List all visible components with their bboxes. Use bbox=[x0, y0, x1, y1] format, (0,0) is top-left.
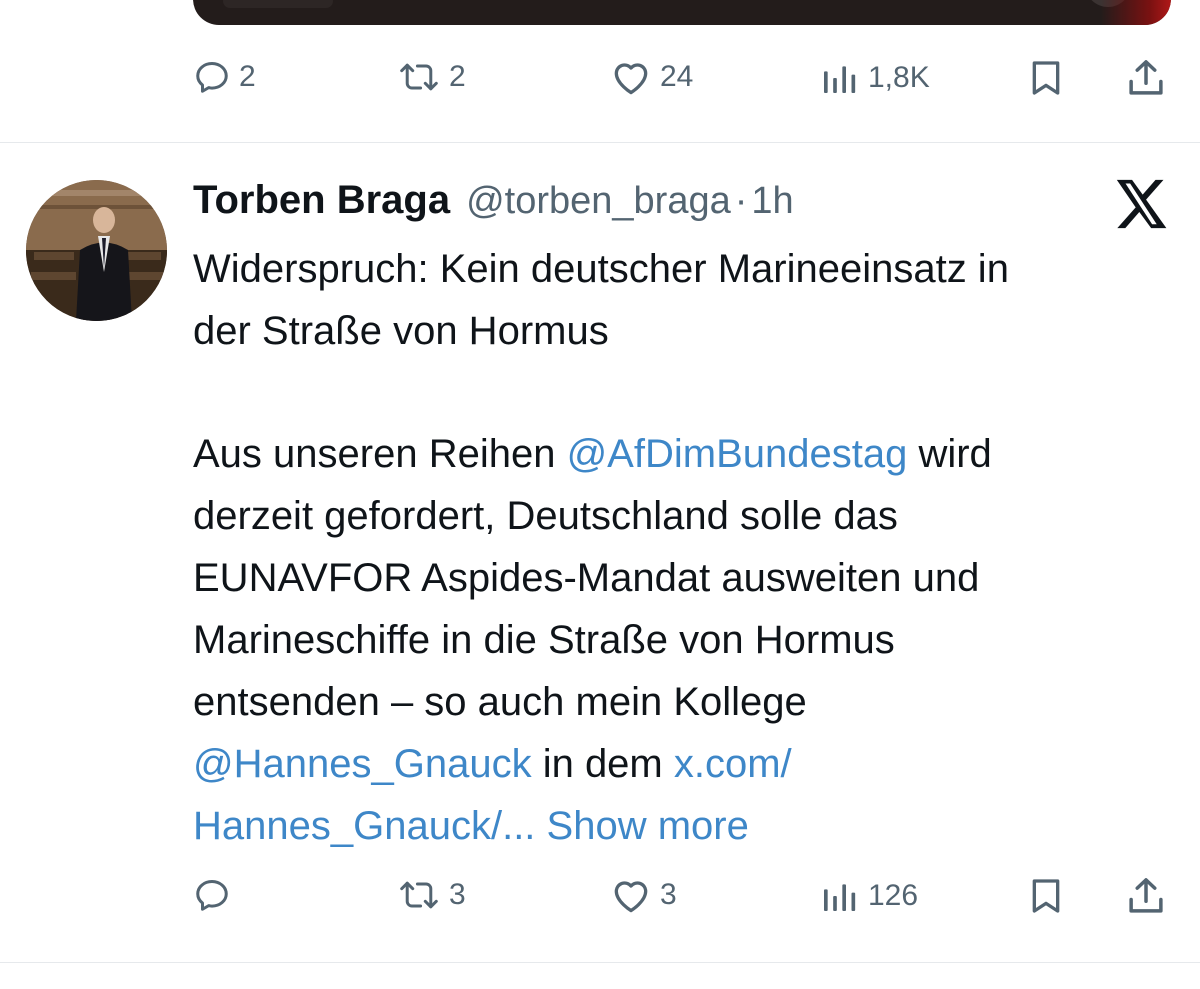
reply-icon bbox=[196, 880, 228, 911]
share-button[interactable] bbox=[1125, 874, 1167, 918]
media-overlay-pill bbox=[223, 0, 333, 8]
tweet-line: Hannes_Gnauck/... Show more bbox=[193, 795, 1183, 857]
tweet-line-text: in dem bbox=[531, 742, 674, 786]
url-link[interactable]: Hannes_Gnauck/... bbox=[193, 804, 535, 848]
repost-count: 3 bbox=[449, 878, 466, 911]
tweet-line: der Straße von Hormus bbox=[193, 300, 1183, 362]
avatar[interactable] bbox=[26, 180, 167, 321]
tweet-line-text: wird bbox=[907, 432, 992, 476]
heart-icon bbox=[614, 63, 648, 95]
heart-icon bbox=[614, 881, 648, 913]
repost-button[interactable]: 3 bbox=[397, 876, 466, 914]
author-name[interactable]: Torben Braga bbox=[193, 178, 450, 223]
reply-count: 2 bbox=[239, 60, 256, 93]
share-icon bbox=[1129, 60, 1163, 95]
tweet-text: Widerspruch: Kein deutscher Marineeinsat… bbox=[193, 238, 1183, 857]
bookmark-button[interactable] bbox=[1026, 875, 1066, 917]
tweet-divider bbox=[0, 142, 1200, 143]
reply-button[interactable]: 2 bbox=[193, 58, 256, 96]
tweet-divider bbox=[0, 962, 1200, 963]
repost-count: 2 bbox=[449, 60, 466, 93]
tweet-line: EUNAVFOR Aspides-Mandat ausweiten und bbox=[193, 547, 1183, 609]
tweet-line-text: der Straße von Hormus bbox=[193, 309, 609, 353]
bookmark-icon bbox=[1032, 879, 1060, 913]
like-count: 24 bbox=[660, 60, 694, 93]
avatar-photo bbox=[26, 180, 167, 321]
tweet-line: entsenden – so auch mein Kollege bbox=[193, 671, 1183, 733]
tweet-line-text: Marineschiffe in die Straße von Hormus bbox=[193, 618, 895, 662]
bookmark-icon bbox=[1032, 61, 1060, 95]
like-count: 3 bbox=[660, 878, 677, 911]
view-count: 126 bbox=[868, 879, 919, 912]
reply-icon bbox=[196, 62, 228, 93]
views-button[interactable]: 126 bbox=[818, 876, 918, 916]
media-edge bbox=[1101, 0, 1171, 25]
bookmark-button[interactable] bbox=[1026, 57, 1066, 99]
repost-icon bbox=[400, 63, 438, 91]
repost-icon bbox=[400, 881, 438, 909]
tweet-line: Aus unseren Reihen @AfDimBundestag wird bbox=[193, 423, 1183, 485]
tweet-line-text: EUNAVFOR Aspides-Mandat ausweiten und bbox=[193, 556, 980, 600]
tweet-line: derzeit gefordert, Deutschland solle das bbox=[193, 485, 1183, 547]
views-icon bbox=[824, 66, 856, 93]
tweet-line: Marineschiffe in die Straße von Hormus bbox=[193, 609, 1183, 671]
tweet-line-text: entsenden – so auch mein Kollege bbox=[193, 680, 807, 724]
show-more-link[interactable]: Show more bbox=[547, 804, 749, 848]
views-button[interactable]: 1,8K bbox=[818, 58, 930, 98]
tweet-line: Widerspruch: Kein deutscher Marineeinsat… bbox=[193, 238, 1183, 300]
separator-dot: · bbox=[734, 180, 748, 222]
timestamp[interactable]: 1h bbox=[751, 180, 793, 223]
mention-link[interactable]: @AfDimBundestag bbox=[567, 432, 908, 476]
mention-link[interactable]: @Hannes_Gnauck bbox=[193, 742, 532, 786]
share-button[interactable] bbox=[1125, 56, 1167, 100]
tweet-line-text: Widerspruch: Kein deutscher Marineeinsat… bbox=[193, 247, 1009, 291]
tweet-line-text: derzeit gefordert, Deutschland solle das bbox=[193, 494, 898, 538]
like-button[interactable]: 24 bbox=[610, 58, 693, 96]
tweet-header: Torben Braga @torben_braga · 1h bbox=[193, 178, 794, 228]
repost-button[interactable]: 2 bbox=[397, 58, 466, 96]
tweet-line-text: Aus unseren Reihen bbox=[193, 432, 567, 476]
views-icon bbox=[824, 884, 856, 911]
previous-tweet-media[interactable] bbox=[193, 0, 1171, 25]
share-icon bbox=[1129, 878, 1163, 913]
x-logo-icon bbox=[1112, 177, 1170, 236]
author-handle[interactable]: @torben_braga bbox=[466, 180, 731, 223]
reply-button[interactable] bbox=[193, 876, 231, 914]
tweet-line: @Hannes_Gnauck in dem x.com/ bbox=[193, 733, 1183, 795]
view-count: 1,8K bbox=[868, 61, 930, 94]
like-button[interactable]: 3 bbox=[610, 876, 677, 914]
url-link[interactable]: x.com/ bbox=[674, 742, 792, 786]
